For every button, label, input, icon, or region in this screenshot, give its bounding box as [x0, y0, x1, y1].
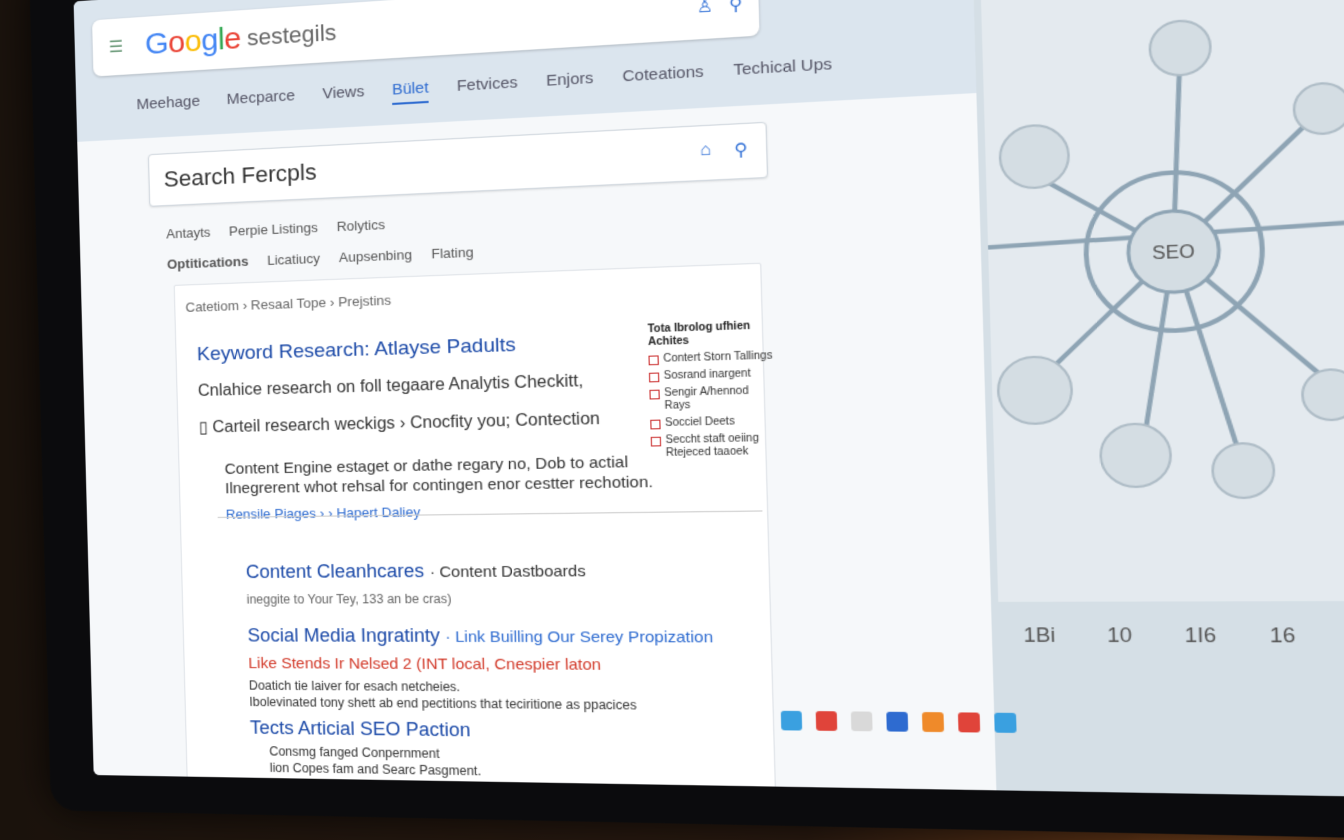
filter-dropdown[interactable]: Flating: [431, 244, 474, 261]
result-title-link[interactable]: Content Cleanhcares · Content Dastboards: [246, 559, 586, 583]
tab[interactable]: Meehage: [136, 92, 200, 119]
tab[interactable]: Fetvices: [456, 74, 518, 102]
tab[interactable]: Views: [322, 83, 365, 109]
stat-value: 16: [1269, 624, 1296, 647]
result-title-link[interactable]: Keyword Research: Atlayse Padults: [197, 334, 516, 366]
tab[interactable]: Mecparce: [227, 87, 296, 114]
search-icon[interactable]: ⚲: [734, 139, 748, 161]
checklist-panel: Tota Ibrolog ufhien Achites Contert Stor…: [648, 320, 778, 465]
stat-value: 10: [1106, 624, 1133, 647]
app-icon[interactable]: [815, 711, 838, 731]
tab-active[interactable]: Bület: [391, 78, 430, 105]
checklist-item[interactable]: Sengir A/hennod Rays: [649, 385, 775, 414]
topic-node[interactable]: [1302, 369, 1344, 421]
home-icon[interactable]: ⌂: [700, 141, 712, 163]
mind-map-panel: SEO: [980, 0, 1344, 602]
app-icon[interactable]: [957, 712, 981, 733]
breadcrumb[interactable]: Catetiom › Resaal Tope › Prejstins: [185, 292, 391, 315]
hub-label: SEO: [1152, 243, 1195, 264]
checklist-item[interactable]: Contert Storn Tallings: [648, 350, 774, 366]
mic-icon[interactable]: ♙: [696, 0, 713, 18]
filter-row: Antayts Perpie Listings Rolytics: [166, 217, 385, 242]
checkbox-icon[interactable]: [649, 389, 660, 400]
monitor-frame: ☰ Google sestegils ♙ ⚲ Meehage Mecparce …: [29, 0, 1344, 840]
checkbox-icon[interactable]: [650, 419, 661, 430]
address-actions: ♙ ⚲: [696, 0, 742, 18]
topic-node[interactable]: [997, 356, 1072, 424]
browser-icon[interactable]: [780, 710, 803, 731]
browser-topbar: ☰ Google sestegils ♙ ⚲ Meehage Mecparce …: [73, 0, 977, 142]
checklist-item[interactable]: Seccht staft oeiing Rtejeced taaoek: [650, 432, 778, 460]
menu-icon[interactable]: ☰: [109, 36, 128, 57]
stat-value: 1I6: [1184, 624, 1217, 647]
checkbox-icon[interactable]: [648, 372, 660, 383]
google-logo: Google: [144, 21, 242, 62]
app-icon[interactable]: [994, 712, 1017, 733]
filter-dropdown[interactable]: Antayts: [166, 224, 211, 241]
result-title-link[interactable]: Tects Articial SEO Paction: [250, 717, 471, 741]
checklist-item[interactable]: Socciel Deets: [650, 415, 776, 431]
filter-dropdown[interactable]: Perpie Listings: [229, 220, 318, 239]
result-warning-line: Like Stends Ir Nelsed 2 (INT local, Cnes…: [248, 654, 602, 675]
screen: ☰ Google sestegils ♙ ⚲ Meehage Mecparce …: [73, 0, 1344, 797]
document-icon: ▯: [198, 419, 209, 437]
topic-node[interactable]: [1293, 82, 1344, 135]
topic-node[interactable]: [1212, 443, 1275, 498]
result-line: ▯ Carteil research weckigs › Cnocfity yo…: [199, 408, 601, 438]
app-icon[interactable]: [921, 712, 945, 733]
app-icon[interactable]: [886, 711, 909, 732]
result-subtitle: ineggite to Your Tey, 133 an be cras): [246, 591, 452, 607]
result-title-link[interactable]: Social Media Ingratinty · Link Builling …: [247, 625, 713, 648]
search-icon[interactable]: ⚲: [729, 0, 743, 16]
result-line: Cnlahice research on foll tegaare Analyt…: [197, 372, 584, 401]
result-links[interactable]: Rensile Piages › › Hapert Daliey: [226, 504, 421, 522]
side-panel: SEO 1Bi 10 1I6 16: [971, 0, 1344, 797]
result-snippet: Ibolevinated tony shett ab end pectition…: [249, 694, 637, 713]
files-icon[interactable]: [850, 711, 873, 732]
result-snippet: Content Engine estaget or dathe regary n…: [224, 453, 654, 498]
taskbar: [780, 710, 1017, 733]
checklist-item[interactable]: Sosrand inargent: [648, 367, 775, 383]
search-actions: ⌂ ⚲: [700, 139, 748, 163]
checkbox-icon[interactable]: [648, 355, 659, 366]
seo-mind-map-diagram: SEO: [980, 0, 1344, 602]
filter-dropdown[interactable]: Optitications: [167, 253, 249, 272]
results-card: Catetiom › Resaal Tope › Prejstins Keywo…: [173, 262, 778, 797]
search-input[interactable]: Search Fercpls ⌂ ⚲: [147, 121, 769, 207]
checklist-heading: Tota Ibrolog ufhien Achites: [647, 320, 751, 349]
topic-node[interactable]: [1100, 423, 1172, 487]
stats-row: 1Bi 10 1I6 16: [1023, 624, 1296, 648]
stat-value: 1Bi: [1023, 624, 1056, 647]
tab[interactable]: Techical Ups: [733, 55, 832, 86]
topic-node[interactable]: [1149, 19, 1211, 77]
filter-dropdown[interactable]: Aupsenbing: [339, 247, 412, 265]
filter-dropdown[interactable]: Licatiucy: [267, 250, 320, 268]
filter-dropdown[interactable]: Rolytics: [336, 217, 385, 235]
search-input-value: Search Fercpls: [163, 158, 317, 192]
address-text: sestegils: [246, 19, 337, 51]
filter-row: Optitications Licatiucy Aupsenbing Flati…: [167, 244, 474, 272]
tab[interactable]: Enjors: [546, 69, 594, 96]
tab[interactable]: Coteations: [622, 63, 704, 92]
checkbox-icon[interactable]: [650, 436, 662, 447]
result-line-text: Carteil research weckigs › Cnocfity you;…: [212, 410, 601, 437]
browser-window: ☰ Google sestegils ♙ ⚲ Meehage Mecparce …: [73, 0, 997, 797]
topic-node[interactable]: [999, 124, 1069, 189]
